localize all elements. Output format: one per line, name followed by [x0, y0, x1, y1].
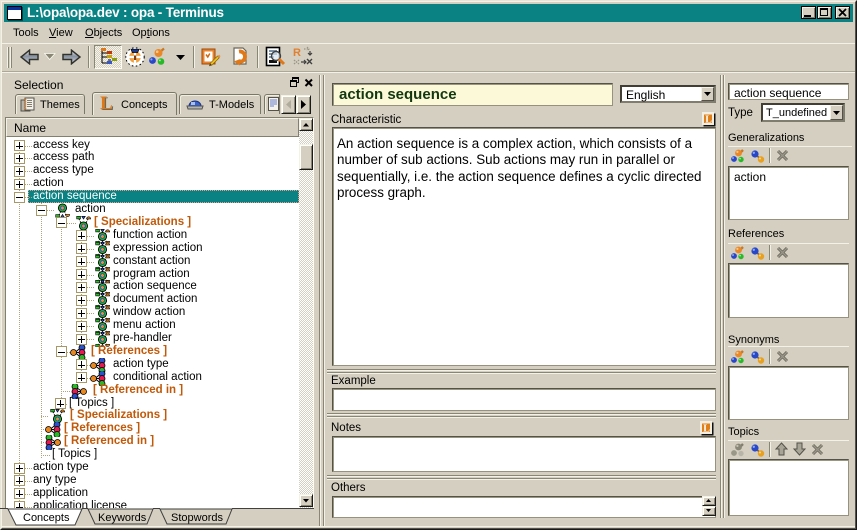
svg-text:R: R	[293, 47, 301, 59]
